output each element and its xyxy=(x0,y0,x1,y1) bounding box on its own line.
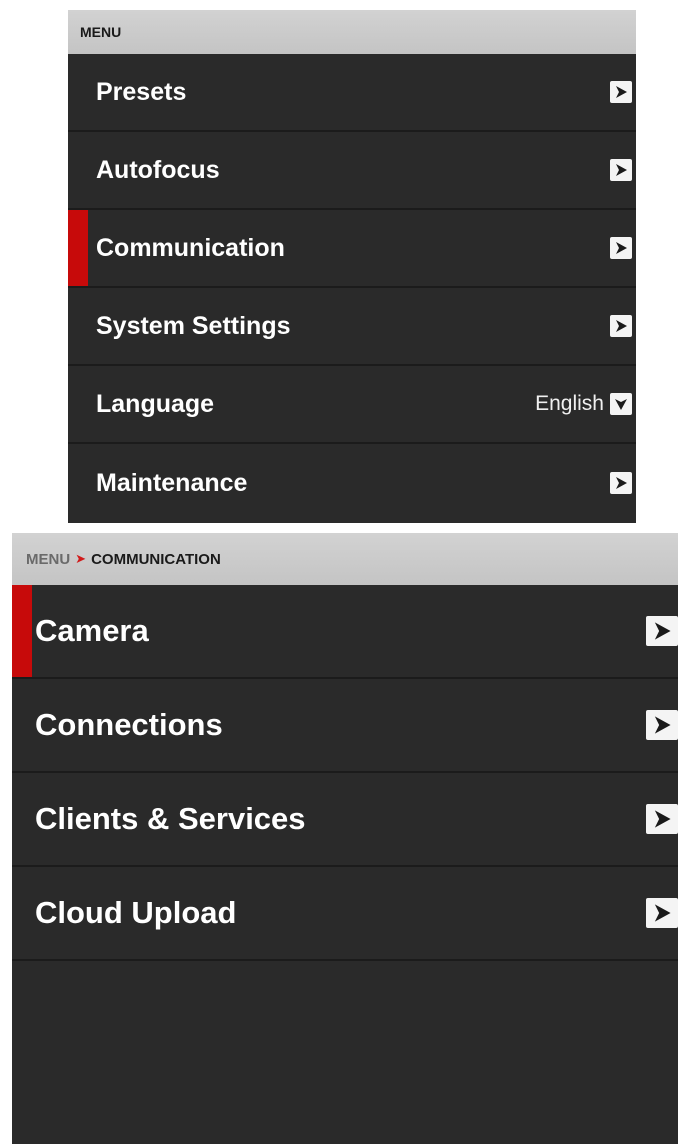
breadcrumb-current: COMMUNICATION xyxy=(91,550,221,568)
chevron-right-icon[interactable] xyxy=(610,237,632,259)
breadcrumb: MENU ➤ COMMUNICATION xyxy=(12,533,678,585)
menu-item-autofocus[interactable]: Autofocus xyxy=(68,132,636,210)
chevron-right-icon[interactable] xyxy=(646,710,678,740)
menu-item-label: Clients & Services xyxy=(35,801,306,836)
chevron-right-icon[interactable] xyxy=(610,159,632,181)
chevron-right-icon[interactable] xyxy=(610,315,632,337)
menu-item-cloud-upload[interactable]: Cloud Upload xyxy=(12,867,678,961)
menu-item-presets[interactable]: Presets xyxy=(68,54,636,132)
selection-indicator xyxy=(12,585,32,677)
menu-item-maintenance[interactable]: Maintenance xyxy=(68,444,636,522)
communication-panel: MENU ➤ COMMUNICATION Camera Connections … xyxy=(12,533,678,1144)
menu-item-clients-services[interactable]: Clients & Services xyxy=(12,773,678,867)
menu-item-label: Presets xyxy=(96,77,187,106)
menu-item-connections[interactable]: Connections xyxy=(12,679,678,773)
menu-item-label: System Settings xyxy=(96,311,291,340)
menu-item-label: Language xyxy=(96,389,215,418)
chevron-right-icon[interactable] xyxy=(646,804,678,834)
chevron-down-icon[interactable] xyxy=(610,393,632,415)
menu-item-label: Autofocus xyxy=(96,155,220,184)
menu-item-label: Maintenance xyxy=(96,468,248,497)
menu-item-system-settings[interactable]: System Settings xyxy=(68,288,636,366)
selection-indicator xyxy=(68,210,88,286)
menu-item-label: Camera xyxy=(35,613,149,648)
menu-item-label: Connections xyxy=(35,707,223,742)
breadcrumb-root[interactable]: MENU xyxy=(26,551,70,568)
menu-item-communication[interactable]: Communication xyxy=(68,210,636,288)
menu-item-language[interactable]: Language English xyxy=(68,366,636,444)
chevron-right-icon[interactable] xyxy=(610,81,632,103)
chevron-right-icon[interactable] xyxy=(610,472,632,494)
menu-item-label: Communication xyxy=(96,233,285,262)
menu-item-label: Cloud Upload xyxy=(35,895,237,930)
menu-header: MENU xyxy=(68,10,636,54)
menu-panel: MENU Presets Autofocus Communication Sys… xyxy=(68,10,636,523)
menu-item-camera[interactable]: Camera xyxy=(12,585,678,679)
chevron-right-icon[interactable] xyxy=(646,616,678,646)
chevron-right-icon[interactable] xyxy=(646,898,678,928)
breadcrumb-separator-icon: ➤ xyxy=(75,551,87,566)
menu-header-title: MENU xyxy=(80,24,122,40)
language-value[interactable]: English xyxy=(535,392,604,416)
